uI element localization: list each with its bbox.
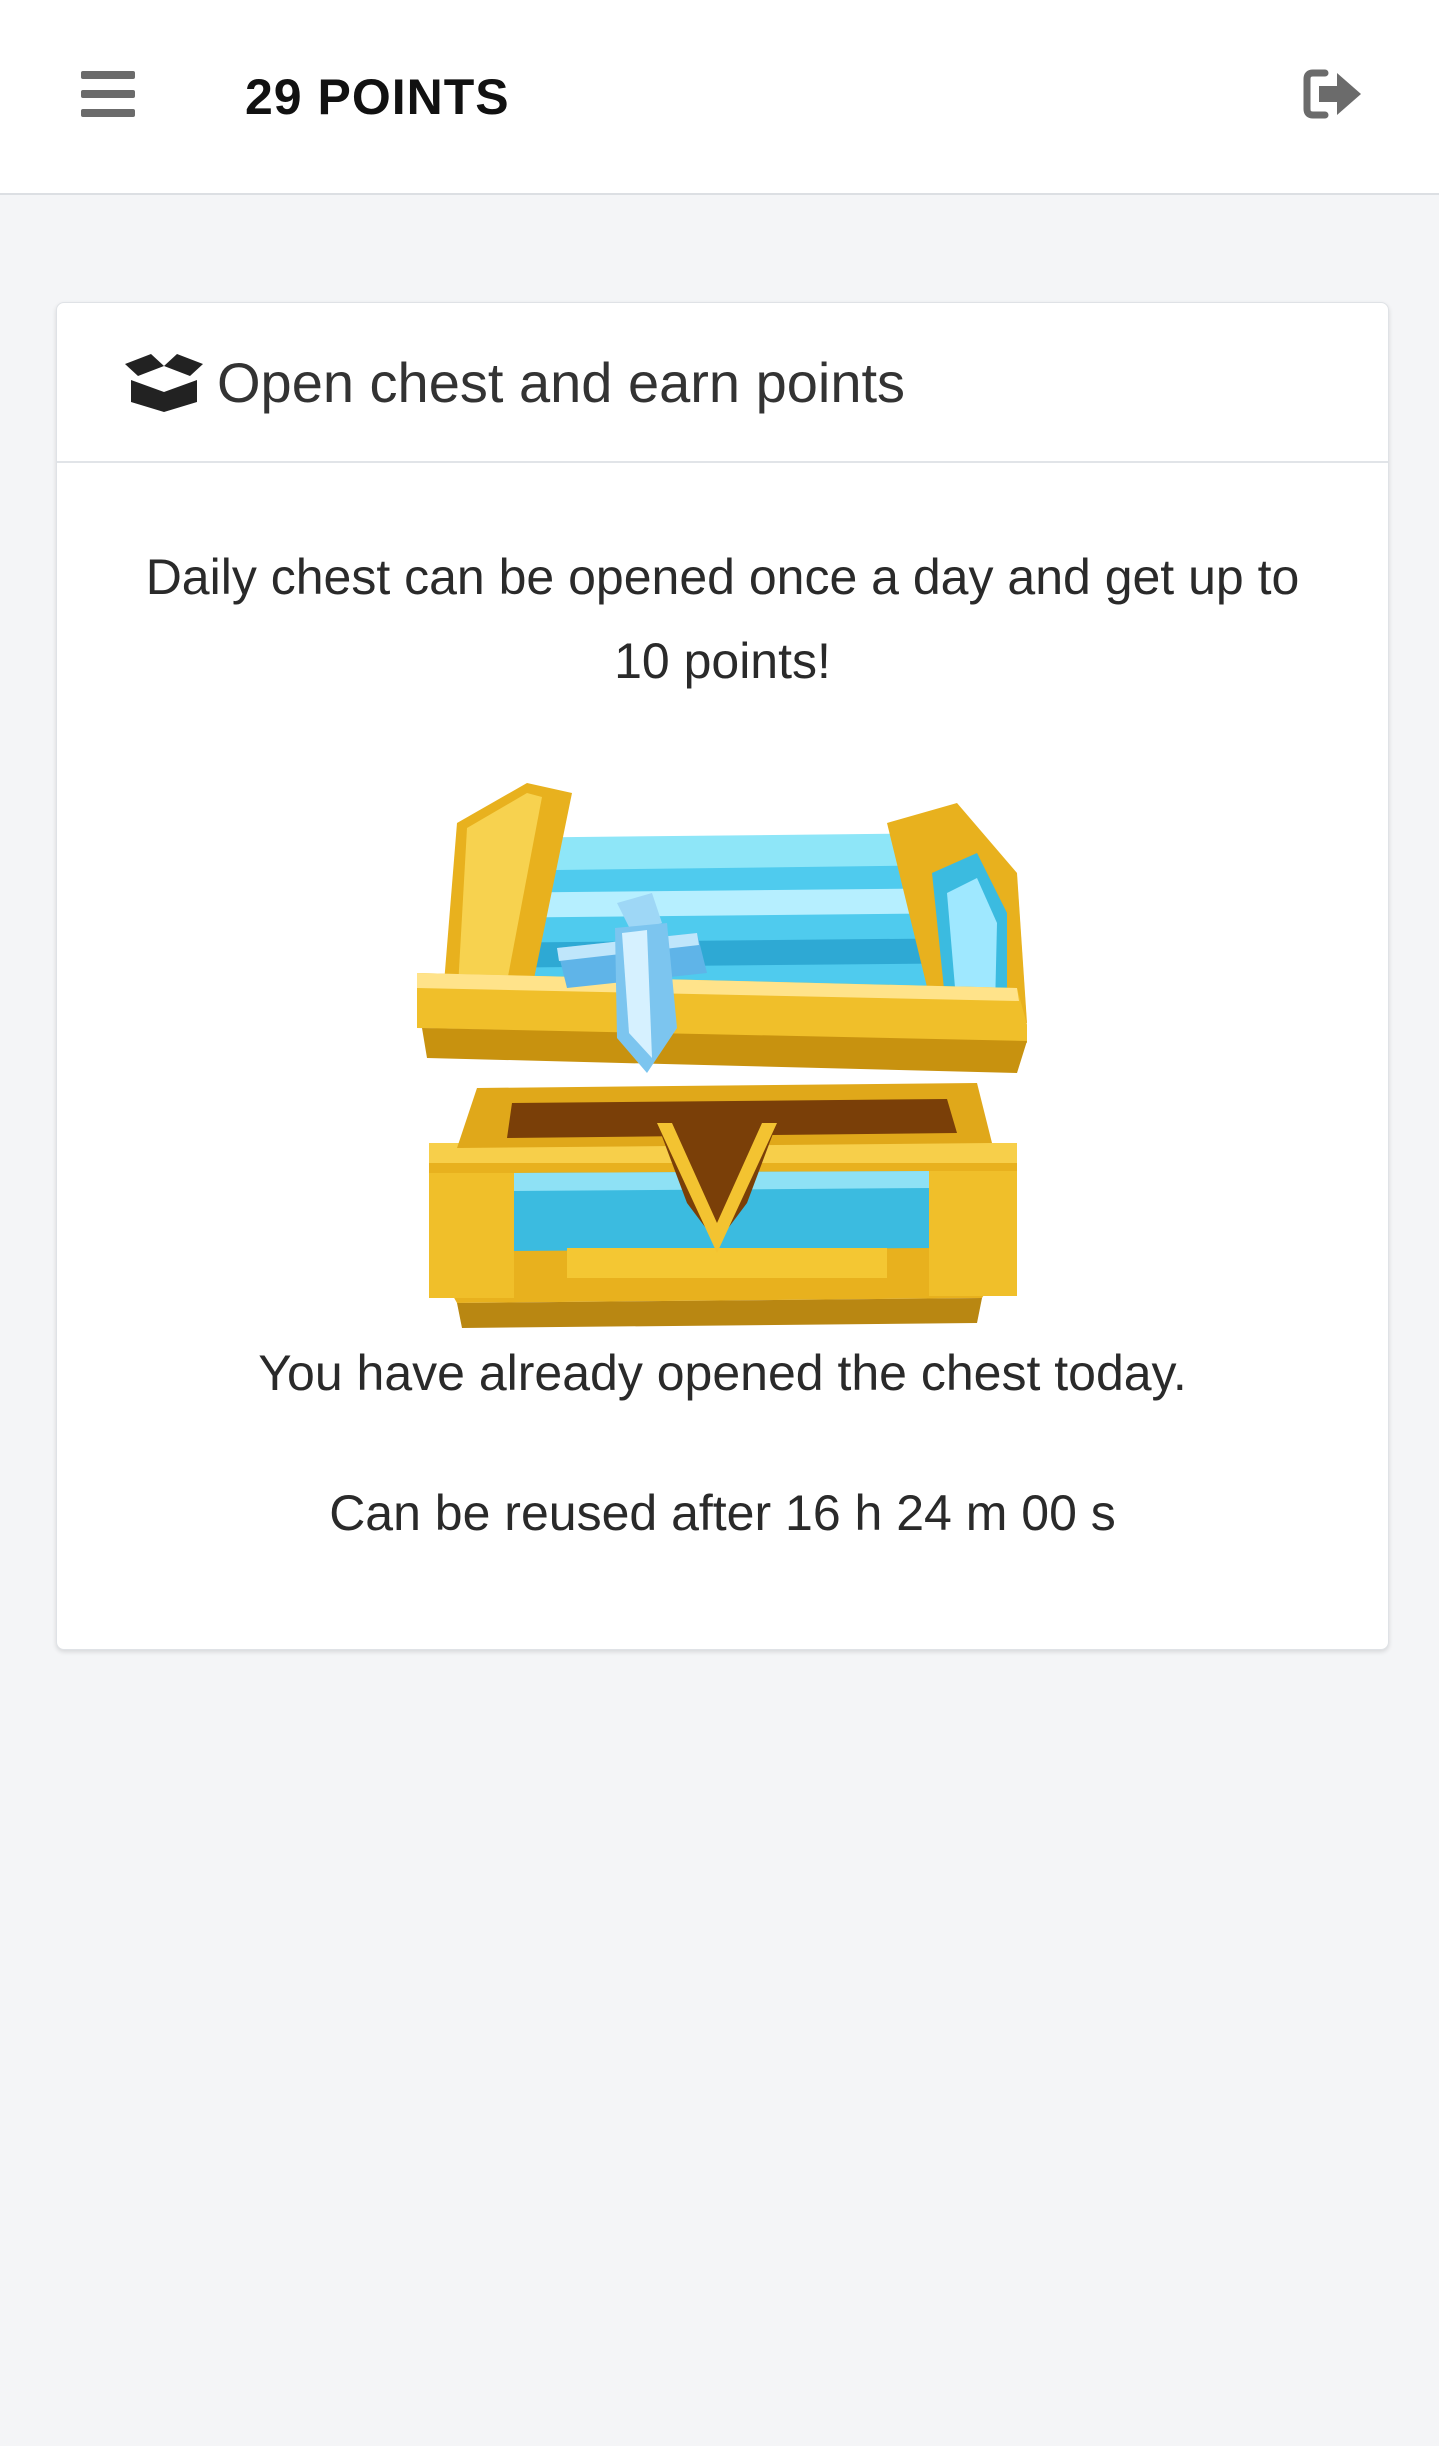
reuse-countdown: Can be reused after 16 h 24 m 00 s	[329, 1485, 1116, 1541]
card-header: Open chest and earn points	[57, 303, 1388, 463]
points-counter: 29 POINTS	[245, 69, 510, 125]
treasure-chest-image	[417, 783, 1027, 1328]
open-box-icon	[125, 354, 203, 412]
card-body: Daily chest can be opened once a day and…	[57, 463, 1388, 1649]
menu-button[interactable]	[72, 62, 144, 126]
hamburger-icon	[81, 71, 135, 117]
logout-button[interactable]	[1297, 62, 1369, 126]
daily-chest-card: Open chest and earn points Daily chest c…	[56, 302, 1389, 1650]
sign-out-icon	[1303, 69, 1361, 119]
chest-description: Daily chest can be opened once a day and…	[145, 549, 1300, 689]
top-bar: 29 POINTS	[0, 0, 1439, 195]
chest-status-text: You have already opened the chest today.	[258, 1345, 1187, 1401]
card-title: Open chest and earn points	[217, 350, 906, 414]
